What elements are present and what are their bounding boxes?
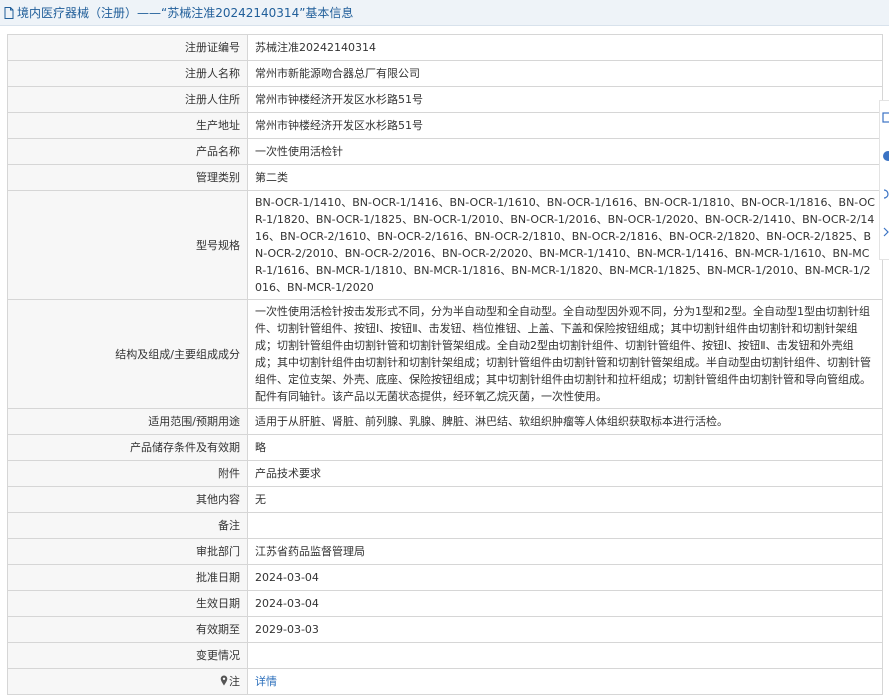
info-row: 生产地址 常州市钟楼经济开发区水杉路51号 xyxy=(7,112,883,139)
field-value: 常州市钟楼经济开发区水杉路51号 xyxy=(247,112,883,139)
info-row: 产品储存条件及有效期略 xyxy=(7,434,883,461)
document-icon xyxy=(4,6,14,19)
field-value: 常州市钟楼经济开发区水杉路51号 xyxy=(247,86,883,113)
field-label: 批准日期 xyxy=(7,564,248,591)
info-row: 备注 xyxy=(7,512,883,539)
info-row: 审批部门 江苏省药品监督管理局 xyxy=(7,538,883,565)
field-label: 产品名称 xyxy=(7,138,248,165)
info-row: 附件 产品技术要求 xyxy=(7,460,883,487)
field-value: BN-OCR-1/1410、BN-OCR-1/1416、BN-OCR-1/161… xyxy=(247,190,883,300)
field-value: 2029-03-03 xyxy=(247,616,883,643)
chevron-right-icon[interactable] xyxy=(882,225,889,239)
field-label: 有效期至 xyxy=(7,616,248,643)
page-title: 境内医疗器械（注册）——“苏械注准20242140314”基本信息 xyxy=(17,6,354,20)
info-row: 注册人住所 常州市钟楼经济开发区水杉路51号 xyxy=(7,86,883,113)
info-row: 注册证编号 苏械注准20242140314 xyxy=(7,34,883,61)
info-row: 结构及组成/主要组成成分 一次性使用活检针按击发形式不同，分为半自动型和全自动型。… xyxy=(7,299,883,409)
info-row: 有效期至 2029-03-03 xyxy=(7,616,883,643)
field-label: 产品储存条件及有效期 xyxy=(7,434,248,461)
note-row: 注 详情 xyxy=(7,668,883,695)
field-value: 江苏省药品监督管理局 xyxy=(247,538,883,565)
info-row: 生效日期 2024-03-04 xyxy=(7,590,883,617)
page-title-bar: 境内医疗器械（注册）——“苏械注准20242140314”基本信息 xyxy=(0,0,889,26)
info-row: 适用范围/预期用途 适用于从肝脏、肾脏、前列腺、乳腺、脾脏、淋巴结、软组织肿瘤等人… xyxy=(7,408,883,435)
note-value-cell: 详情 xyxy=(247,668,883,695)
field-value xyxy=(247,512,883,539)
field-label: 注册人住所 xyxy=(7,86,248,113)
field-label: 注册证编号 xyxy=(7,34,248,61)
field-value: 苏械注准20242140314 xyxy=(247,34,883,61)
info-table: 注册证编号 苏械注准20242140314 注册人名称 常州市新能源吻合器总厂有限公司… xyxy=(7,34,883,695)
field-label: 型号规格 xyxy=(7,190,248,300)
field-label: 变更情况 xyxy=(7,642,248,669)
info-row: 管理类别 第二类 xyxy=(7,164,883,191)
field-value xyxy=(247,642,883,669)
field-label: 附件 xyxy=(7,460,248,487)
field-label: 生效日期 xyxy=(7,590,248,617)
field-label: 备注 xyxy=(7,512,248,539)
field-label: 其他内容 xyxy=(7,486,248,513)
field-value: 无 xyxy=(247,486,883,513)
info-row: 变更情况 xyxy=(7,642,883,669)
info-row: 注册人名称 常州市新能源吻合器总厂有限公司 xyxy=(7,60,883,87)
note-label: 注 xyxy=(229,675,240,688)
field-value: 第二类 xyxy=(247,164,883,191)
field-label: 注册人名称 xyxy=(7,60,248,87)
field-value: 一次性使用活检针 xyxy=(247,138,883,165)
side-toolbar xyxy=(879,100,889,260)
field-label: 结构及组成/主要组成成分 xyxy=(7,299,248,409)
field-value: 略 xyxy=(247,434,883,461)
field-value: 常州市新能源吻合器总厂有限公司 xyxy=(247,60,883,87)
share-icon[interactable] xyxy=(882,187,889,201)
note-label-cell: 注 xyxy=(7,668,248,695)
field-label: 生产地址 xyxy=(7,112,248,139)
service-icon[interactable] xyxy=(882,149,889,163)
field-value: 2024-03-04 xyxy=(247,564,883,591)
field-value: 产品技术要求 xyxy=(247,460,883,487)
field-value: 一次性使用活检针按击发形式不同，分为半自动型和全自动型。全自动型因外观不同，分为… xyxy=(247,299,883,409)
field-label: 适用范围/预期用途 xyxy=(7,408,248,435)
field-value: 2024-03-04 xyxy=(247,590,883,617)
field-label: 审批部门 xyxy=(7,538,248,565)
info-row: 批准日期 2024-03-04 xyxy=(7,564,883,591)
feedback-icon[interactable] xyxy=(882,111,889,125)
info-row: 产品名称 一次性使用活检针 xyxy=(7,138,883,165)
field-value: 适用于从肝脏、肾脏、前列腺、乳腺、脾脏、淋巴结、软组织肿瘤等人体组织获取标本进行… xyxy=(247,408,883,435)
field-label: 管理类别 xyxy=(7,164,248,191)
info-row: 型号规格 BN-OCR-1/1410、BN-OCR-1/1416、BN-OCR-1… xyxy=(7,190,883,300)
details-link[interactable]: 详情 xyxy=(255,675,277,688)
info-row: 其他内容无 xyxy=(7,486,883,513)
